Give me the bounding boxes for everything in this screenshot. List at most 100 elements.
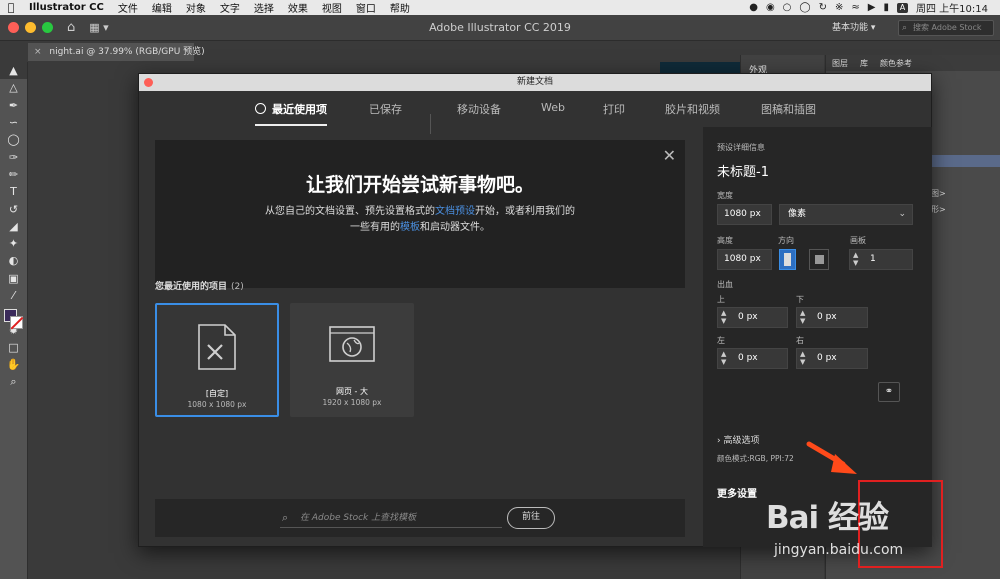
close-icon[interactable]: ✕ (663, 146, 676, 165)
arrange-documents-icon[interactable]: ▦ ▾ (89, 21, 108, 34)
tab-web[interactable]: Web (541, 101, 565, 114)
eraser-tool-icon[interactable]: ◢ (0, 218, 27, 235)
artboard-tool-icon[interactable]: □ (0, 339, 27, 356)
status-icon-1[interactable]: ● (749, 2, 758, 13)
gradient-tool-icon[interactable]: ▣ (0, 270, 27, 287)
stock-template-search-input[interactable]: ⌕ 在 Adobe Stock 上查找模板 (280, 510, 502, 528)
tab-color-guide[interactable]: 颜色参考 (880, 58, 912, 68)
tab-recent[interactable]: 最近使用项 (255, 101, 327, 126)
templates-link[interactable]: 模板 (400, 222, 420, 233)
home-icon[interactable]: ⌂ (67, 20, 75, 35)
menu-tray: ● ◉ ○ ◯ ↻ ※ ≈ ▶ ▮ A 周四 上午10:14 (749, 0, 1000, 15)
tab-recent-label: 最近使用项 (272, 103, 327, 116)
tab-mobile[interactable]: 移动设备 (457, 101, 501, 117)
advanced-options-label: 高级选项 (723, 436, 760, 446)
menu-app-name[interactable]: Illustrator CC (22, 2, 111, 13)
pen-tool-icon[interactable]: ✒ (0, 97, 27, 114)
recent-items-header: 您最近使用的项目 (2) (155, 279, 244, 292)
menu-file[interactable]: 文件 (111, 0, 145, 15)
menu-window[interactable]: 窗口 (349, 0, 383, 15)
tab-print[interactable]: 打印 (603, 101, 625, 117)
tab-art-illustration[interactable]: 图稿和插图 (761, 101, 816, 117)
input-method-badge[interactable]: A (897, 2, 908, 13)
unit-dropdown[interactable]: 像素 ⌄ (779, 204, 913, 225)
bleed-left-label: 左 (717, 336, 725, 345)
rotate-tool-icon[interactable]: ↺ (0, 200, 27, 217)
stepper-arrows-icon[interactable]: ▲ ▼ (721, 350, 726, 366)
advanced-options-toggle[interactable]: › 高级选项 (717, 433, 759, 446)
document-tab-label: night.ai @ 37.99% (RGB/GPU 预览) (49, 47, 205, 57)
more-settings-button[interactable]: 更多设置 (717, 485, 757, 500)
width-input[interactable]: 1080 px (717, 204, 772, 225)
apple-icon[interactable]:  (0, 1, 22, 14)
artboards-stepper[interactable]: ▲ ▼ 1 (849, 249, 913, 270)
portrait-orientation-button[interactable] (779, 249, 796, 270)
sync-icon[interactable]: ↻ (819, 2, 827, 13)
type-tool-icon[interactable]: T (0, 183, 27, 200)
tab-film-video[interactable]: 胶片和视频 (665, 101, 720, 117)
bleed-top-stepper[interactable]: ▲ ▼ 0 px (717, 307, 788, 328)
menu-view[interactable]: 视图 (315, 0, 349, 15)
menu-edit[interactable]: 编辑 (145, 0, 179, 15)
volume-icon[interactable]: ▶ (868, 2, 876, 13)
preset-details-title: 预设详细信息 (717, 143, 765, 152)
document-tab[interactable]: × night.ai @ 37.99% (RGB/GPU 预览) (28, 43, 205, 61)
status-icon-3[interactable]: ◯ (799, 2, 810, 13)
paintbrush-tool-icon[interactable]: ✑ (0, 148, 27, 165)
layer-row[interactable]: 形> (931, 204, 1000, 218)
stepper-arrows-icon[interactable]: ▲ ▼ (800, 350, 805, 366)
warp-tool-icon[interactable]: ✦ (0, 235, 27, 252)
recent-item-web-large[interactable]: 网页 - 大 1920 x 1080 px (290, 303, 414, 417)
minimize-window-button[interactable] (25, 22, 36, 33)
shape-builder-tool-icon[interactable]: ◐ (0, 252, 27, 269)
document-name-field[interactable]: 未标题-1 (717, 161, 769, 180)
bleed-left-stepper[interactable]: ▲ ▼ 0 px (717, 348, 788, 369)
height-input[interactable]: 1080 px (717, 249, 772, 270)
menu-object[interactable]: 对象 (179, 0, 213, 15)
menu-help[interactable]: 帮助 (383, 0, 417, 15)
close-tab-icon[interactable]: × (34, 47, 42, 57)
tab-layers[interactable]: 图层 (832, 58, 848, 68)
stock-search-input[interactable]: ⌕ 搜索 Adobe Stock (898, 20, 994, 36)
menu-effect[interactable]: 效果 (281, 0, 315, 15)
wechat-icon[interactable]: ○ (783, 2, 792, 13)
landscape-orientation-button[interactable] (809, 249, 829, 270)
bleed-right-stepper[interactable]: ▲ ▼ 0 px (796, 348, 868, 369)
direct-selection-tool-icon[interactable]: △ (0, 79, 27, 96)
selection-tool-icon[interactable]: ▲ (0, 62, 27, 80)
menu-type[interactable]: 文字 (213, 0, 247, 15)
fill-stroke-swatches[interactable] (4, 309, 24, 329)
pencil-tool-icon[interactable]: ✏ (0, 166, 27, 183)
go-button[interactable]: 前往 (507, 507, 555, 529)
layer-row[interactable]: 图> (931, 188, 1000, 202)
tab-saved[interactable]: 已保存 (369, 101, 402, 117)
hand-tool-icon[interactable]: ✋ (0, 356, 27, 373)
recent-items-count: (2) (231, 282, 244, 292)
stepper-arrows-icon[interactable]: ▲ ▼ (721, 309, 726, 325)
battery-icon[interactable]: ▮ (883, 2, 889, 13)
stepper-arrows-icon[interactable]: ▲ ▼ (800, 309, 805, 325)
document-presets-link[interactable]: 文档预设 (435, 206, 475, 217)
clock[interactable]: 周四 上午10:14 (916, 0, 988, 15)
tab-libraries[interactable]: 库 (860, 58, 868, 68)
curvature-tool-icon[interactable]: ∽ (0, 114, 27, 131)
zoom-window-button[interactable] (42, 22, 53, 33)
recent-item-custom[interactable]: [自定] 1080 x 1080 px (155, 303, 279, 417)
stepper-arrows-icon[interactable]: ▲ ▼ (853, 251, 858, 267)
bluetooth-icon[interactable]: ※ (835, 2, 843, 13)
status-icon-2[interactable]: ◉ (766, 2, 775, 13)
wifi-icon[interactable]: ≈ (851, 2, 859, 13)
close-window-button[interactable] (8, 22, 19, 33)
menu-select[interactable]: 选择 (247, 0, 281, 15)
eyedropper-tool-icon[interactable]: ⁄ (0, 287, 27, 304)
dialog-title: 新建文档 (516, 77, 553, 87)
ellipse-tool-icon[interactable]: ◯ (0, 131, 27, 148)
dialog-close-dot[interactable] (144, 78, 153, 87)
layers-panel-tabs: 图层 库 颜色参考 (826, 55, 1000, 71)
stroke-swatch[interactable] (10, 316, 23, 329)
web-page-icon (329, 326, 375, 362)
workspace-switcher[interactable]: 基本功能 ▾ (832, 20, 875, 33)
bleed-bottom-stepper[interactable]: ▲ ▼ 0 px (796, 307, 868, 328)
link-bleed-icon[interactable]: ⚭ (878, 382, 900, 402)
zoom-tool-icon[interactable]: ⌕ (0, 373, 27, 390)
